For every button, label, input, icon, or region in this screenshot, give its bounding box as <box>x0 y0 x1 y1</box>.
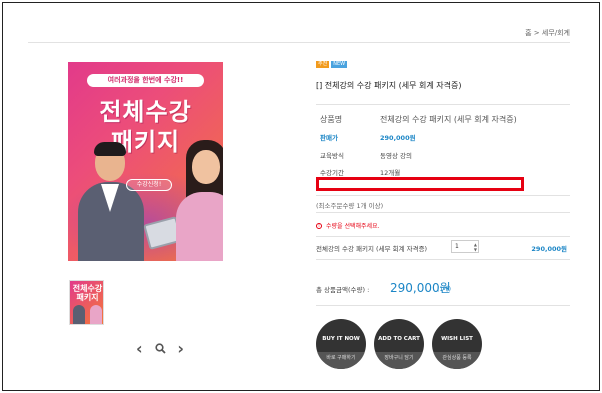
divider <box>28 42 570 43</box>
label-price: 판매가 <box>320 134 338 142</box>
badge-recommend: 추천 <box>316 61 330 68</box>
quantity-warning: ! 수량을 선택해주세요. <box>316 221 380 230</box>
buy-now-label: BUY IT NOW <box>322 336 360 342</box>
min-order-note: (최소주문수량 1개 이상) <box>316 202 384 210</box>
label-period: 수강기간 <box>320 169 344 177</box>
promo-subtitle: 여러과정을 한번에 수강!! <box>87 74 204 87</box>
stepper-arrows-icon[interactable]: ▲ ▼ <box>474 242 477 252</box>
value-product-name: 전체강의 수강 패키지 (세무 회계 자격증) <box>380 115 517 124</box>
chevron-left-icon[interactable]: ‹ <box>136 339 143 358</box>
value-method: 동영상 강의 <box>380 152 412 160</box>
promo-cta: 수강신청! <box>126 179 172 191</box>
alert-icon: ! <box>316 222 322 229</box>
highlight-box <box>316 177 524 191</box>
value-period: 12개월 <box>380 169 401 177</box>
image-navigation: ‹ › <box>136 339 184 358</box>
option-price: 290,000원 <box>531 245 567 253</box>
product-thumbnail[interactable]: 전체수강 패키지 <box>69 280 104 325</box>
total-label: 총 상품금액(수량) : <box>316 286 370 294</box>
thumbnail-figure-woman <box>90 305 102 324</box>
wish-list-sublabel: 관심상품 등록 <box>432 352 482 369</box>
divider <box>316 305 570 306</box>
selected-option-row: 전체강의 수강 패키지 (세무 회계 자격증) 1 ▲ ▼ 290,000원 <box>316 239 570 256</box>
divider <box>316 259 570 260</box>
product-badges: 추천 NEW <box>316 61 348 68</box>
divider <box>316 212 570 213</box>
product-main-image[interactable]: 여러과정을 한번에 수강!! 전체수강 패키지 수강신청! <box>68 62 223 261</box>
divider <box>316 104 570 105</box>
warning-text: 수량을 선택해주세요. <box>326 223 380 230</box>
woman-figure-head <box>192 150 220 184</box>
add-to-cart-button[interactable]: ADD TO CART 장바구니 담기 <box>374 319 424 369</box>
option-name: 전체강의 수강 패키지 (세무 회계 자격증) <box>316 245 428 253</box>
wish-list-label: WISH LIST <box>441 336 473 342</box>
thumbnail-text: 전체수강 패키지 <box>72 284 103 302</box>
quantity-value[interactable]: 1 <box>455 243 459 250</box>
breadcrumb[interactable]: 홈 > 세무/회계 <box>525 28 570 38</box>
add-to-cart-sublabel: 장바구니 담기 <box>374 352 424 369</box>
buy-now-button[interactable]: BUY IT NOW 바로 구매하기 <box>316 319 366 369</box>
man-figure-hair <box>94 142 126 156</box>
buy-now-sublabel: 바로 구매하기 <box>316 352 366 369</box>
label-method: 교육방식 <box>320 152 344 160</box>
divider <box>316 195 570 196</box>
add-to-cart-label: ADD TO CART <box>378 336 420 342</box>
label-product-name: 상품명 <box>320 115 343 124</box>
total-quantity: (1개) <box>437 286 452 293</box>
value-price: 290,000원 <box>380 134 416 142</box>
chevron-right-icon[interactable]: › <box>177 339 184 358</box>
wish-list-button[interactable]: WISH LIST 관심상품 등록 <box>432 319 482 369</box>
badge-new: NEW <box>331 61 348 68</box>
zoom-icon[interactable] <box>154 339 166 358</box>
quantity-stepper[interactable]: 1 ▲ ▼ <box>451 240 479 253</box>
woman-figure-body <box>176 192 223 261</box>
thumbnail-figure-man <box>73 305 85 324</box>
product-title: [] 전체강의 수강 패키지 (세무 회계 자격증) <box>316 81 462 90</box>
divider <box>316 236 570 237</box>
